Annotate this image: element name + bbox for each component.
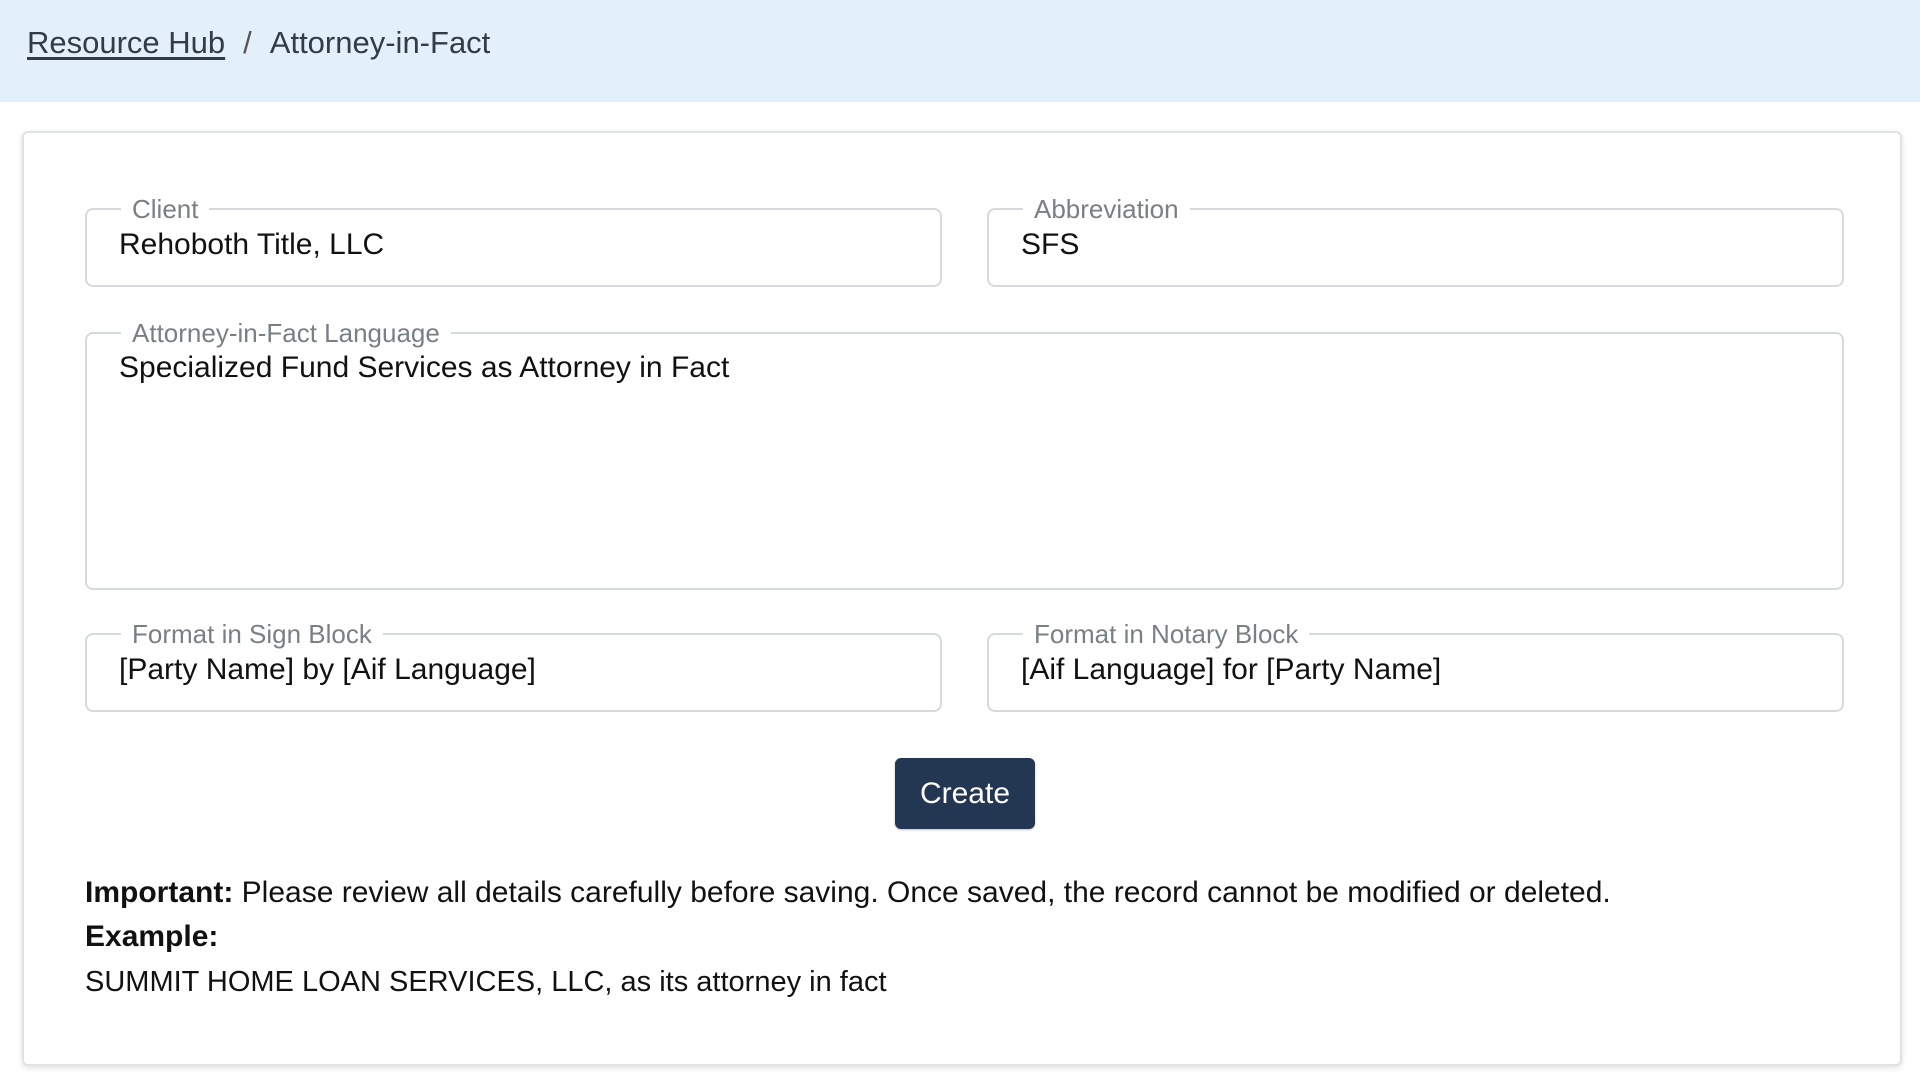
breadcrumb: Resource Hub / Attorney-in-Fact: [27, 25, 490, 61]
create-button[interactable]: Create: [895, 758, 1035, 829]
sign-block-format-value: [Party Name] by [Aif Language]: [119, 653, 536, 686]
important-text: Please review all details carefully befo…: [233, 876, 1611, 909]
abbreviation-field-label: Abbreviation: [1023, 194, 1190, 224]
sign-block-format-label: Format in Sign Block: [121, 619, 383, 649]
example-text: SUMMIT HOME LOAN SERVICES, LLC, as its a…: [85, 966, 887, 998]
aif-language-textarea[interactable]: Attorney-in-Fact Language Specialized Fu…: [85, 318, 1844, 590]
form-card: Client Rehoboth Title, LLC Abbreviation …: [22, 131, 1902, 1066]
client-field[interactable]: Client Rehoboth Title, LLC: [85, 194, 942, 287]
example-label: Example:: [85, 920, 219, 953]
notary-block-format-label: Format in Notary Block: [1023, 619, 1310, 649]
breadcrumb-resource-hub-link[interactable]: Resource Hub: [27, 25, 225, 61]
client-field-value: Rehoboth Title, LLC: [119, 228, 385, 261]
client-field-label: Client: [121, 194, 210, 224]
breadcrumb-current-page: Attorney-in-Fact: [269, 25, 491, 60]
important-note: Important: Please review all details car…: [85, 875, 1611, 911]
sign-block-format-field[interactable]: Format in Sign Block [Party Name] by [Ai…: [85, 619, 942, 712]
important-label: Important:: [85, 876, 234, 909]
top-bar: Resource Hub / Attorney-in-Fact: [0, 0, 1920, 102]
breadcrumb-separator: /: [243, 25, 252, 60]
notary-block-format-field[interactable]: Format in Notary Block [Aif Language] fo…: [987, 619, 1844, 712]
abbreviation-field[interactable]: Abbreviation SFS: [987, 194, 1844, 287]
aif-language-value: Specialized Fund Services as Attorney in…: [119, 351, 730, 384]
example-heading: Example:: [85, 919, 218, 955]
abbreviation-field-value: SFS: [1021, 228, 1080, 261]
aif-language-label: Attorney-in-Fact Language: [121, 318, 451, 348]
notary-block-format-value: [Aif Language] for [Party Name]: [1021, 653, 1442, 686]
